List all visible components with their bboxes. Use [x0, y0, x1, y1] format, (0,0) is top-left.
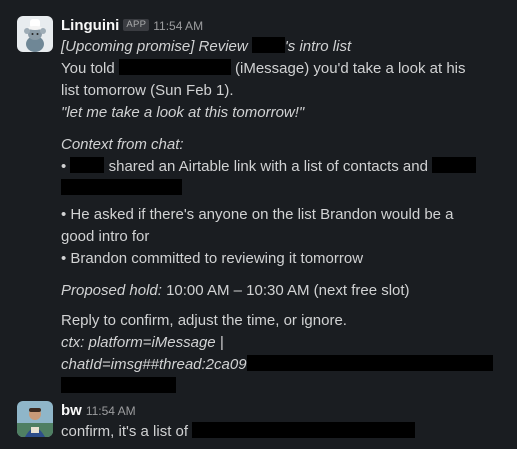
message-content: Linguini APP 11:54 AM [Upcoming promise] R…	[61, 16, 507, 398]
redacted-block	[70, 157, 105, 173]
bullet-1: • shared an Airtable link with a list of…	[61, 156, 507, 178]
bullet-1-text: shared an Airtable link with a list of c…	[108, 158, 428, 175]
sender-name[interactable]: bw	[61, 402, 82, 419]
app-badge: APP	[123, 19, 150, 31]
message-header: Linguini APP 11:54 AM	[61, 16, 507, 36]
reply-instructions: Reply to confirm, adjust the time, or ig…	[61, 312, 347, 329]
proposed-hold-value: 10:00 AM – 10:30 AM (next free slot)	[166, 282, 410, 299]
linguini-avatar[interactable]	[17, 16, 53, 52]
bullet-2-line-2: good intro for	[61, 228, 150, 245]
bullet-1-continuation	[61, 178, 507, 200]
redacted-block	[246, 355, 493, 371]
redacted-block	[61, 179, 182, 195]
quote-line: "let me take a look at this tomorrow!"	[61, 104, 305, 121]
proposed-hold-line: Proposed hold: 10:00 AM – 10:30 AM (next…	[61, 280, 507, 302]
redacted-block	[118, 59, 231, 75]
timestamp[interactable]: 11:54 AM	[86, 404, 136, 418]
you-told-text: You told	[61, 60, 115, 77]
ctx-line-1: ctx: platform=iMessage |	[61, 334, 224, 351]
message-text-line: confirm, it's a list of	[61, 421, 507, 443]
redacted-block	[432, 157, 477, 173]
redacted-block	[61, 377, 176, 393]
ctx-continuation	[61, 376, 507, 398]
list-tomorrow-line: list tomorrow (Sun Feb 1).	[61, 82, 234, 99]
title-text-end: 's intro list	[284, 38, 352, 55]
message-content: bw 11:54 AM confirm, it's a list of	[61, 401, 507, 443]
redacted-block	[251, 37, 285, 53]
bw-avatar[interactable]	[17, 401, 53, 437]
redacted-block	[192, 422, 416, 438]
timestamp[interactable]: 11:54 AM	[153, 19, 203, 33]
message-text: confirm, it's a list of	[61, 423, 189, 440]
sender-name[interactable]: Linguini	[61, 17, 119, 34]
bullet-3: • Brandon committed to reviewing it tomo…	[61, 250, 364, 267]
bullet-dot: •	[61, 158, 67, 175]
ctx-chat-id: chatId=imsg##thread:2ca09	[61, 356, 247, 373]
imessage-text: (iMessage) you'd take a look at his	[235, 60, 466, 77]
context-heading: Context from chat:	[61, 136, 184, 153]
message-header: bw 11:54 AM	[61, 401, 507, 421]
you-told-line: You told (iMessage) you'd take a look at…	[61, 58, 507, 80]
promise-title: [Upcoming promise] Review 's intro list	[61, 36, 507, 58]
ctx-line-2: chatId=imsg##thread:2ca09	[61, 354, 507, 376]
bullet-2-line-1: • He asked if there's anyone on the list…	[61, 206, 454, 223]
title-text: [Upcoming promise] Review	[61, 38, 248, 55]
proposed-hold-label: Proposed hold:	[61, 282, 162, 299]
